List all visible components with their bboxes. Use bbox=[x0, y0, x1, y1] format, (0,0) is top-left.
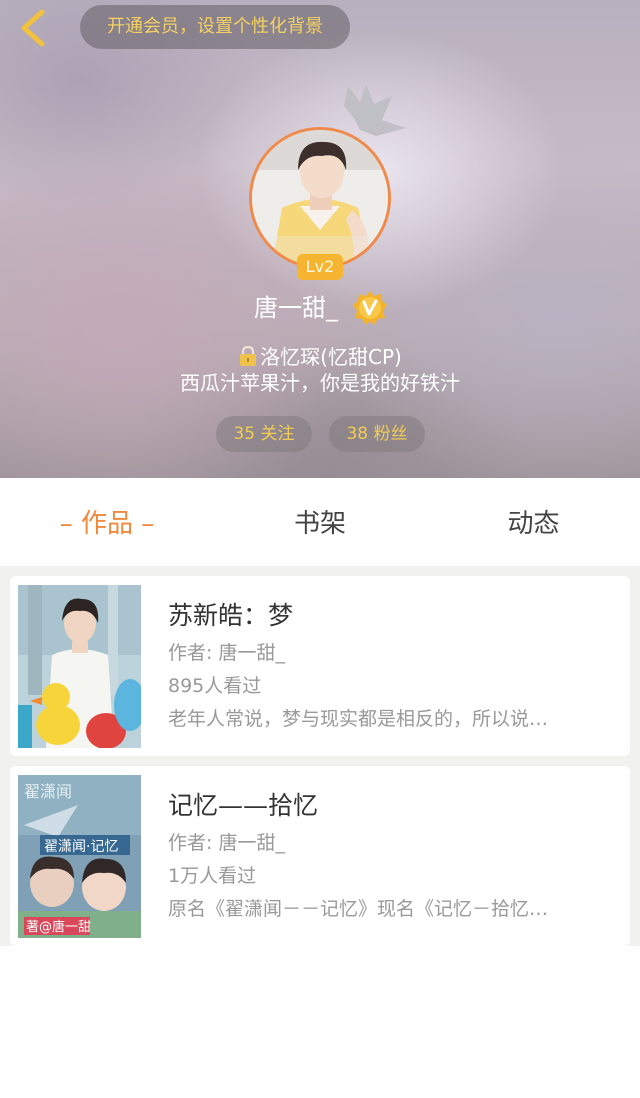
avatar[interactable] bbox=[249, 127, 391, 269]
list-item[interactable]: 翟潇闻 翟潇闻·记忆 著@唐一甜 记忆——拾忆 作者: 唐一甜_ 1万人看过 原… bbox=[10, 766, 630, 946]
back-button[interactable] bbox=[14, 6, 54, 50]
chevron-left-icon bbox=[21, 9, 45, 47]
book-views: 1万人看过 bbox=[168, 865, 257, 887]
cp-line: 洛忆琛(忆甜CP) bbox=[0, 344, 640, 370]
profile-header: 开通会员，设置个性化背景 Lv2 唐一甜_ 洛忆琛(忆甜CP) 西瓜汁苹果汁，你… bbox=[0, 0, 640, 478]
verified-v-icon[interactable] bbox=[352, 290, 388, 326]
follow-count-button[interactable]: 35 关注 bbox=[216, 416, 312, 452]
cover-author-text: 著@唐一甜 bbox=[26, 919, 91, 935]
book-title: 记忆——拾忆 bbox=[168, 791, 319, 820]
avatar-image bbox=[249, 127, 391, 269]
book-title: 苏新皓：梦 bbox=[168, 601, 294, 630]
level-badge: Lv2 bbox=[297, 254, 343, 280]
tab-dynamic[interactable]: 动态 bbox=[427, 478, 640, 566]
fans-count-button[interactable]: 38 粉丝 bbox=[329, 416, 425, 452]
lock-icon bbox=[240, 345, 257, 366]
book-description: 原名《翟潇闻－－记忆》现名《记忆－拾忆… bbox=[168, 898, 549, 920]
profile-tabs: – 作品 – 书架 动态 bbox=[0, 478, 640, 566]
bio-text: 西瓜汁苹果汁，你是我的好铁汁 bbox=[180, 371, 460, 395]
cover-subtitle-text: 翟潇闻·记忆 bbox=[44, 839, 118, 855]
book-description: 老年人常说，梦与现实都是相反的，所以说… bbox=[168, 708, 549, 730]
vip-background-banner[interactable]: 开通会员，设置个性化背景 bbox=[80, 5, 350, 49]
empty-area bbox=[0, 946, 640, 1098]
book-cover: 翟潇闻 翟潇闻·记忆 著@唐一甜 bbox=[18, 775, 141, 938]
username-row: 唐一甜_ bbox=[0, 288, 640, 328]
cp-text: 洛忆琛(忆甜CP) bbox=[260, 345, 402, 369]
book-cover bbox=[18, 585, 141, 748]
tab-works[interactable]: – 作品 – bbox=[0, 478, 214, 566]
book-author: 作者: 唐一甜_ bbox=[168, 642, 285, 664]
book-author: 作者: 唐一甜_ bbox=[168, 832, 285, 854]
username: 唐一甜_ bbox=[254, 294, 338, 322]
book-views: 895人看过 bbox=[168, 675, 262, 697]
works-list: 苏新皓：梦 作者: 唐一甜_ 895人看过 老年人常说，梦与现实都是相反的，所以… bbox=[0, 566, 640, 946]
tab-bookshelf[interactable]: 书架 bbox=[213, 478, 427, 566]
list-item[interactable]: 苏新皓：梦 作者: 唐一甜_ 895人看过 老年人常说，梦与现实都是相反的，所以… bbox=[10, 576, 630, 756]
profile-page: 开通会员，设置个性化背景 Lv2 唐一甜_ 洛忆琛(忆甜CP) 西瓜汁苹果汁，你… bbox=[0, 0, 640, 1098]
cover-title-text: 翟潇闻 bbox=[24, 782, 72, 801]
